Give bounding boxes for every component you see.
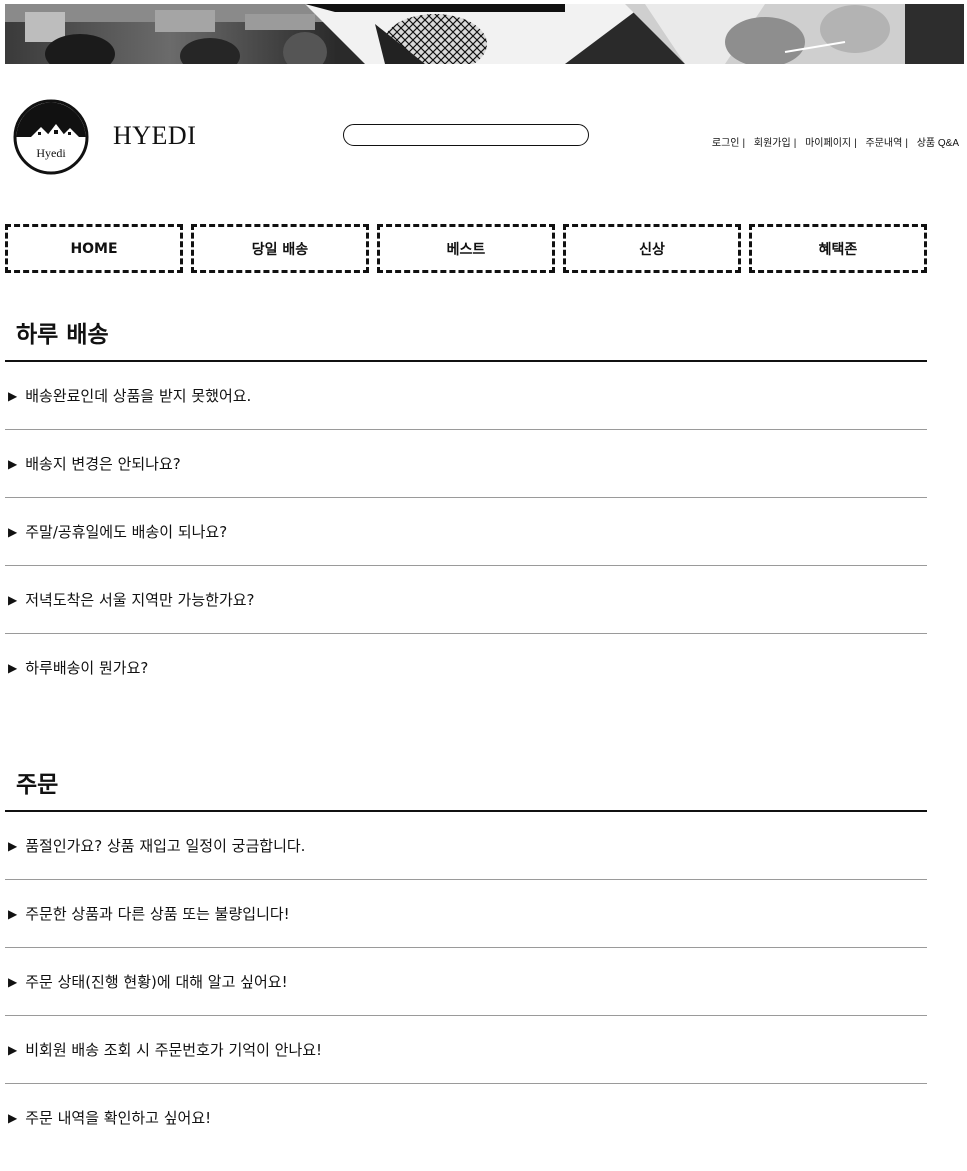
faq-item[interactable]: ▶ 배송지 변경은 안되나요? <box>5 430 927 498</box>
section-title: 하루 배송 <box>5 303 927 362</box>
faq-question: 주문 내역을 확인하고 싶어요! <box>25 1109 212 1127</box>
top-banner-image <box>5 4 964 64</box>
separator: | <box>742 138 746 149</box>
nav-same-day-delivery[interactable]: 당일 배송 <box>191 224 369 273</box>
utility-links: 로그인 | 회원가입 | 마이페이지 | 주문내역 | 상품 Q&A <box>712 134 959 149</box>
play-arrow-icon: ▶ <box>8 456 18 471</box>
product-qa-link[interactable]: 상품 Q&A <box>917 138 959 149</box>
play-arrow-icon: ▶ <box>8 1042 18 1057</box>
separator: | <box>905 138 908 149</box>
section-title: 주문 <box>5 753 927 812</box>
faq-item[interactable]: ▶ 배송완료인데 상품을 받지 못했어요. <box>5 362 927 430</box>
play-arrow-icon: ▶ <box>8 974 18 989</box>
search-input[interactable] <box>343 124 589 146</box>
signup-link[interactable]: 회원가입 <box>754 138 791 149</box>
separator: | <box>793 138 797 149</box>
site-logo[interactable]: Hyedi <box>13 99 89 175</box>
nav-home[interactable]: HOME <box>5 224 183 273</box>
faq-question: 비회원 배송 조회 시 주문번호가 기억이 안나요! <box>25 1041 323 1059</box>
play-arrow-icon: ▶ <box>8 592 18 607</box>
play-arrow-icon: ▶ <box>8 906 18 921</box>
faq-item[interactable]: ▶ 주문 상태(진행 현황)에 대해 알고 싶어요! <box>5 948 927 1016</box>
faq-question: 품절인가요? 상품 재입고 일정이 궁금합니다. <box>25 837 306 855</box>
faq-question: 하루배송이 뭔가요? <box>25 659 149 677</box>
play-arrow-icon: ▶ <box>8 660 18 675</box>
faq-question: 배송지 변경은 안되나요? <box>25 455 181 473</box>
faq-section-order: 주문 ▶ 품절인가요? 상품 재입고 일정이 궁금합니다. ▶ 주문한 상품과 다른… <box>5 753 927 1151</box>
faq-item[interactable]: ▶ 주문한 상품과 다른 상품 또는 불량입니다! <box>5 880 927 948</box>
faq-question: 주문한 상품과 다른 상품 또는 불량입니다! <box>25 905 290 923</box>
brand-name[interactable]: HYEDI <box>113 121 196 151</box>
faq-item[interactable]: ▶ 비회원 배송 조회 시 주문번호가 기억이 안나요! <box>5 1016 927 1084</box>
order-history-link[interactable]: 주문내역 <box>866 138 903 149</box>
faq-item[interactable]: ▶ 주말/공휴일에도 배송이 되나요? <box>5 498 927 566</box>
faq-item[interactable]: ▶ 하루배송이 뭔가요? <box>5 634 927 701</box>
faq-item[interactable]: ▶ 저녁도착은 서울 지역만 가능한가요? <box>5 566 927 634</box>
play-arrow-icon: ▶ <box>8 388 18 403</box>
play-arrow-icon: ▶ <box>8 838 18 853</box>
faq-list: ▶ 배송완료인데 상품을 받지 못했어요. ▶ 배송지 변경은 안되나요? ▶ 주말/… <box>5 362 927 701</box>
mypage-link[interactable]: 마이페이지 <box>805 138 851 149</box>
main-nav: HOME 당일 배송 베스트 신상 혜택존 <box>5 224 927 273</box>
faq-question: 주말/공휴일에도 배송이 되나요? <box>25 523 228 541</box>
faq-question: 저녁도착은 서울 지역만 가능한가요? <box>25 591 255 609</box>
nav-benefit-zone[interactable]: 혜택존 <box>749 224 927 273</box>
faq-item[interactable]: ▶ 주문 내역을 확인하고 싶어요! <box>5 1084 927 1151</box>
play-arrow-icon: ▶ <box>8 1110 18 1125</box>
faq-question: 주문 상태(진행 현황)에 대해 알고 싶어요! <box>25 973 288 991</box>
separator: | <box>854 138 857 149</box>
faq-section-delivery: 하루 배송 ▶ 배송완료인데 상품을 받지 못했어요. ▶ 배송지 변경은 안되나요… <box>5 303 927 701</box>
play-arrow-icon: ▶ <box>8 524 18 539</box>
login-link[interactable]: 로그인 <box>712 138 740 149</box>
faq-question: 배송완료인데 상품을 받지 못했어요. <box>25 387 252 405</box>
faq-item[interactable]: ▶ 품절인가요? 상품 재입고 일정이 궁금합니다. <box>5 812 927 880</box>
nav-new[interactable]: 신상 <box>563 224 741 273</box>
nav-best[interactable]: 베스트 <box>377 224 555 273</box>
logo-text: Hyedi <box>36 146 66 160</box>
faq-list: ▶ 품절인가요? 상품 재입고 일정이 궁금합니다. ▶ 주문한 상품과 다른 상품… <box>5 812 927 1151</box>
